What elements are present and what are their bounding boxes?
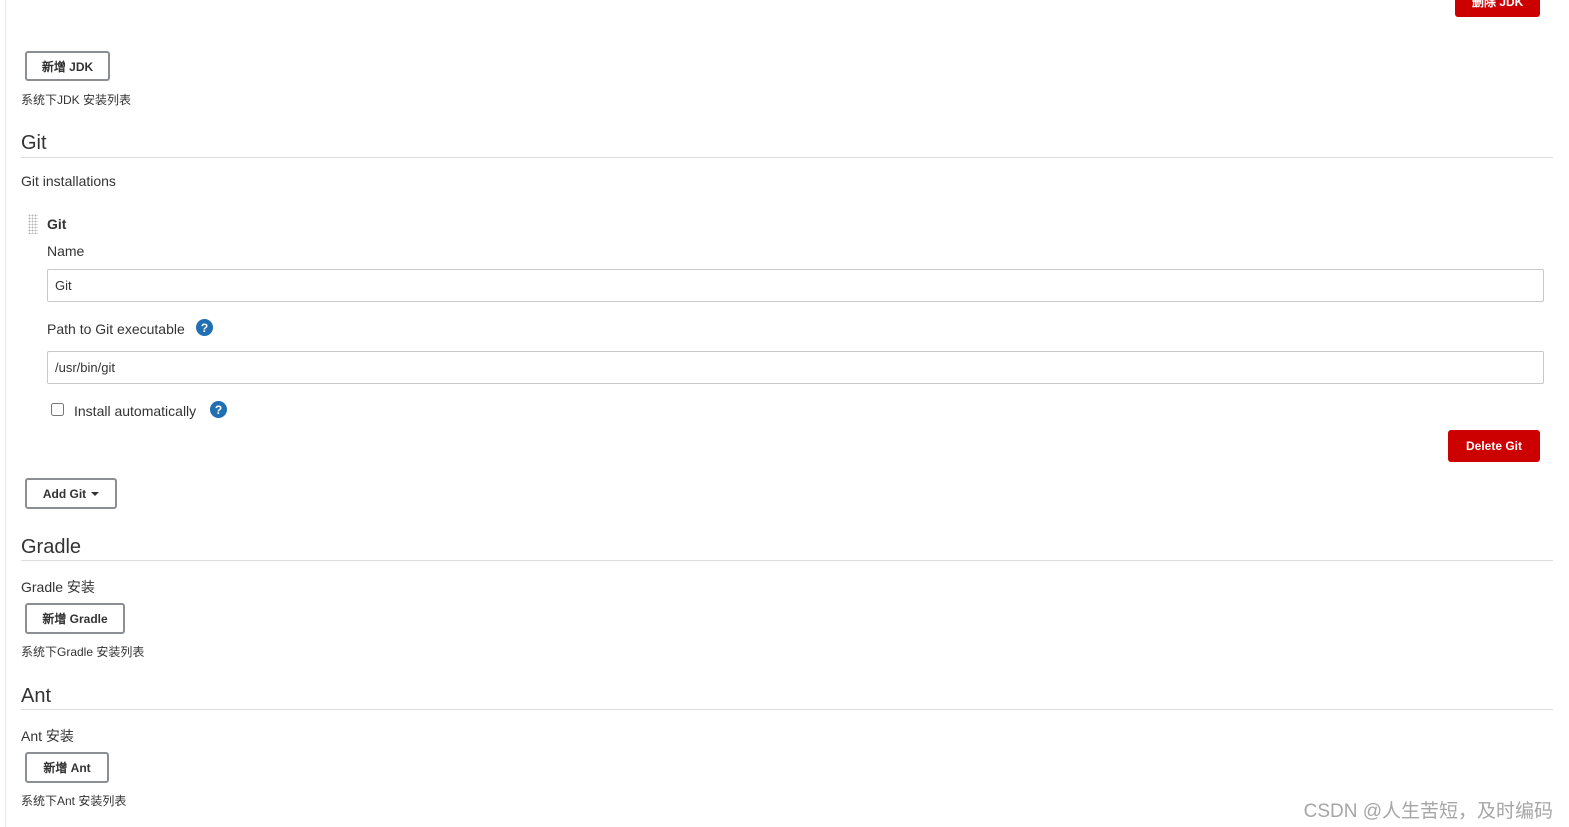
gradle-section-title: Gradle bbox=[21, 536, 82, 558]
help-icon[interactable]: ? bbox=[210, 401, 227, 418]
add-gradle-button[interactable]: 新增 Gradle bbox=[25, 603, 125, 634]
git-section-title: Git bbox=[21, 132, 47, 154]
jdk-hint: 系统下JDK 安装列表 bbox=[21, 93, 132, 107]
delete-jdk-button[interactable]: 删除 JDK bbox=[1455, 0, 1541, 17]
add-git-label: Add Git bbox=[42, 486, 87, 501]
git-path-input[interactable] bbox=[47, 351, 1544, 384]
delete-git-button[interactable]: Delete Git bbox=[1448, 430, 1540, 462]
ant-install-label: Ant 安装 bbox=[21, 728, 74, 744]
git-name-label: Name bbox=[47, 243, 85, 259]
git-item-title: Git bbox=[47, 216, 67, 232]
git-section-divider bbox=[21, 157, 1553, 158]
git-name-input[interactable] bbox=[47, 269, 1544, 302]
left-border bbox=[5, 0, 6, 827]
add-jdk-button[interactable]: 新增 JDK bbox=[25, 51, 110, 81]
install-automatically-label: Install automatically bbox=[74, 403, 197, 419]
ant-section-title: Ant bbox=[21, 685, 52, 707]
git-installations-label: Git installations bbox=[21, 173, 116, 189]
add-ant-button[interactable]: 新增 Ant bbox=[25, 752, 109, 783]
gradle-hint: 系统下Gradle 安装列表 bbox=[21, 645, 145, 659]
drag-handle-icon[interactable] bbox=[28, 214, 38, 234]
csdn-watermark: CSDN @人生苦短，及时编码 bbox=[1303, 801, 1553, 822]
add-git-button[interactable]: Add Git bbox=[25, 478, 117, 509]
gradle-section-divider bbox=[21, 560, 1553, 561]
ant-hint: 系统下Ant 安装列表 bbox=[21, 794, 127, 808]
git-path-label: Path to Git executable bbox=[47, 321, 185, 337]
help-icon[interactable]: ? bbox=[196, 319, 213, 336]
gradle-install-label: Gradle 安装 bbox=[21, 579, 95, 595]
ant-section-divider bbox=[21, 709, 1553, 710]
caret-down-icon bbox=[91, 492, 100, 496]
install-automatically-checkbox[interactable] bbox=[51, 403, 64, 416]
